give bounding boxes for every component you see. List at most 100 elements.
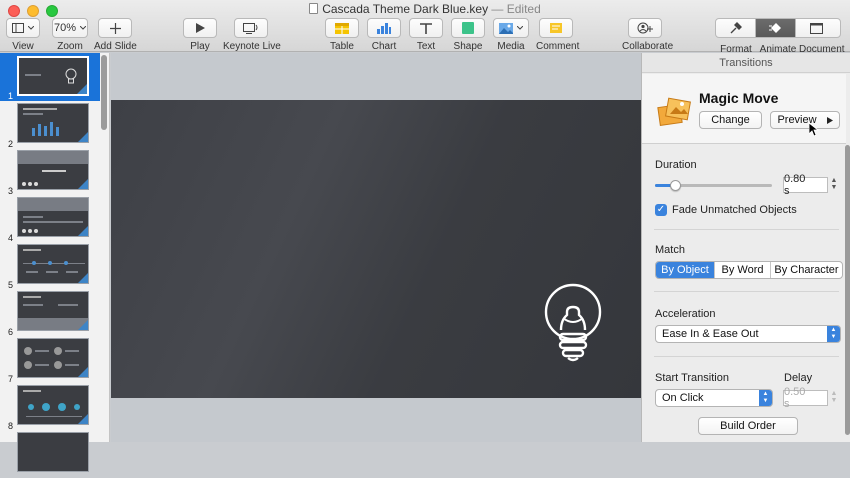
play-icon [826, 116, 833, 124]
section-divider [654, 291, 839, 292]
chart-button[interactable] [367, 18, 401, 38]
current-slide[interactable] [111, 100, 641, 398]
zoom-button[interactable]: 70% [52, 18, 88, 38]
slide-preview [17, 103, 89, 143]
match-by-character[interactable]: By Character [771, 262, 842, 278]
photo-icon [499, 22, 513, 34]
table-label: Table [330, 41, 354, 52]
slide-navigator: 1 2 3 4 5 6 7 8 [0, 53, 110, 472]
format-button[interactable] [716, 19, 756, 37]
slide-thumbnail[interactable] [0, 432, 100, 478]
slide-preview [17, 244, 89, 284]
slide-thumbnail[interactable]: 1 [0, 53, 100, 101]
text-icon [420, 22, 432, 34]
text-button[interactable] [409, 18, 443, 38]
match-by-object[interactable]: By Object [656, 262, 715, 278]
chevron-down-icon [80, 26, 87, 30]
duration-slider-knob[interactable] [669, 180, 681, 191]
add-slide-control: Add Slide [94, 18, 137, 52]
bar-chart-icon [377, 22, 391, 34]
comment-label: Comment [536, 41, 580, 52]
shape-control: Shape [451, 18, 485, 52]
table-button[interactable] [325, 18, 359, 38]
section-divider [654, 229, 839, 230]
acceleration-label: Acceleration [655, 308, 716, 320]
document-icon [309, 3, 319, 14]
keynote-live-button[interactable] [234, 18, 268, 38]
collaborate-control: Collaborate [622, 18, 674, 52]
paintbrush-icon [730, 21, 742, 33]
navigator-scrollbar[interactable] [101, 55, 107, 130]
media-button[interactable] [493, 18, 529, 38]
slide-number: 5 [8, 280, 14, 290]
shape-button[interactable] [451, 18, 485, 38]
mouse-cursor-icon [809, 123, 819, 137]
plus-icon [109, 22, 121, 34]
play-label: Play [190, 41, 210, 52]
edited-status: — Edited [491, 2, 541, 16]
slide-preview [17, 385, 89, 425]
view-label: View [12, 41, 34, 52]
play-icon [195, 23, 205, 33]
slide-number: 2 [8, 139, 14, 149]
collaborate-button[interactable] [628, 18, 662, 38]
slide-preview [17, 150, 89, 190]
section-divider [654, 356, 839, 357]
animate-inspector: Transitions Magic Move Change Preview Du… [641, 53, 850, 442]
animate-button[interactable] [756, 19, 796, 37]
popup-arrows-icon: ▲ ▼ [827, 326, 840, 342]
text-label: Text [416, 41, 436, 52]
collaborate-icon [637, 22, 653, 34]
slide-thumbnail[interactable]: 6 [0, 291, 100, 337]
keynote-live-label: Keynote Live [223, 41, 281, 52]
shape-icon [462, 22, 474, 34]
slide-thumbnail[interactable]: 7 [0, 338, 100, 384]
duration-value: 0.80 s [784, 173, 806, 197]
slide-thumbnail[interactable]: 4 [0, 197, 100, 243]
magic-move-icon [657, 97, 691, 127]
animate-diamond-icon [768, 23, 781, 33]
slide-canvas [111, 53, 641, 442]
zoom-control: 70% Zoom [52, 18, 88, 52]
delay-stepper: ▲ ▼ [830, 390, 838, 404]
chevron-down-icon [28, 26, 34, 30]
effect-name: Magic Move [699, 90, 779, 106]
match-segmented-control: By Object By Word By Character [655, 261, 843, 279]
inspector-scrollbar[interactable] [845, 145, 850, 435]
delay-field: 0.50 s [783, 386, 828, 410]
media-control: Media [492, 18, 530, 52]
delay-label: Delay [784, 372, 813, 384]
table-icon [335, 22, 349, 34]
duration-field[interactable]: 0.80 s [783, 173, 828, 197]
build-order-button[interactable]: Build Order [698, 417, 798, 435]
slide-thumbnail[interactable]: 8 [0, 385, 100, 431]
popup-arrows-icon: ▲ ▼ [759, 390, 772, 406]
slide-thumbnail[interactable]: 2 [0, 103, 100, 149]
slide-preview [17, 338, 89, 378]
lightbulb-icon[interactable] [541, 282, 605, 364]
transition-effect-panel: Magic Move Change Preview [642, 74, 846, 144]
play-button[interactable] [183, 18, 217, 38]
view-button[interactable] [6, 18, 40, 38]
fade-unmatched-checkbox[interactable]: ✓ [655, 204, 667, 216]
preview-button[interactable]: Preview [770, 111, 840, 129]
collaborate-label: Collaborate [622, 41, 674, 52]
acceleration-popup[interactable]: Ease In & Ease Out ▲ ▼ [655, 325, 841, 343]
view-control: View [6, 18, 40, 52]
zoom-label: Zoom [57, 41, 83, 52]
build-order-label: Build Order [720, 420, 776, 432]
match-by-word[interactable]: By Word [715, 262, 771, 278]
slide-thumbnail[interactable]: 5 [0, 244, 100, 290]
add-slide-button[interactable] [98, 18, 132, 38]
comment-button[interactable] [539, 18, 573, 38]
chevron-down-icon [517, 26, 523, 30]
duration-label: Duration [655, 159, 697, 171]
start-transition-popup[interactable]: On Click ▲ ▼ [655, 389, 773, 407]
slide-thumbnail[interactable]: 3 [0, 150, 100, 196]
change-button[interactable]: Change [699, 111, 762, 129]
keynote-live-control: Keynote Live [223, 18, 281, 52]
slide-number: 1 [8, 91, 14, 101]
slide-number: 3 [8, 186, 14, 196]
duration-stepper[interactable]: ▲ ▼ [829, 177, 839, 193]
document-button[interactable] [796, 19, 836, 37]
